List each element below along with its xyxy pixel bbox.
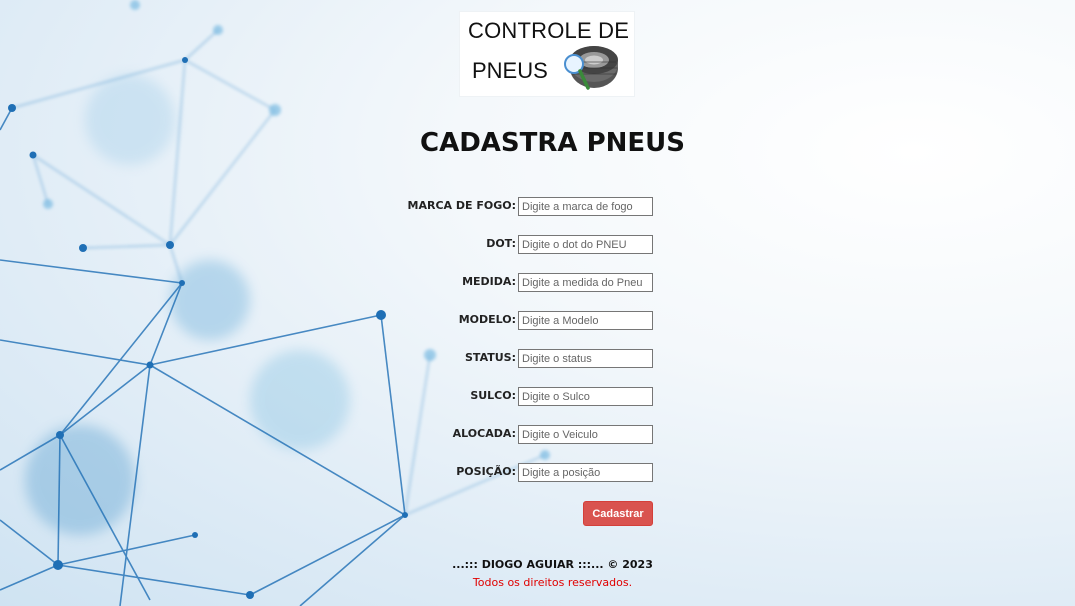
- modelo-label: MODELO:: [458, 313, 516, 326]
- marca-de-fogo-label: MARCA DE FOGO:: [407, 199, 516, 212]
- form-row-status: STATUS:: [380, 349, 654, 369]
- dot-label: DOT:: [486, 237, 516, 250]
- form-row-medida: MEDIDA:: [380, 273, 654, 293]
- form-row-sulco: SULCO:: [380, 387, 654, 407]
- page-title: CADASTRA PNEUS: [420, 128, 685, 158]
- sulco-label: SULCO:: [470, 389, 516, 402]
- alocada-label: ALOCADA:: [452, 427, 516, 440]
- alocada-input[interactable]: [518, 425, 653, 444]
- form-row-alocada: ALOCADA:: [380, 425, 654, 445]
- form-row-modelo: MODELO:: [380, 311, 654, 331]
- posicao-input[interactable]: [518, 463, 653, 482]
- status-label: STATUS:: [465, 351, 516, 364]
- form-row-marca-de-fogo: MARCA DE FOGO:: [380, 197, 654, 217]
- logo-title-line1: CONTROLE DE: [468, 18, 630, 43]
- tire-magnifier-icon: [564, 46, 618, 90]
- form-row-posicao: POSIÇÃO:: [380, 463, 654, 483]
- medida-input[interactable]: [518, 273, 653, 292]
- dot-input[interactable]: [518, 235, 653, 254]
- medida-label: MEDIDA:: [462, 275, 516, 288]
- status-input[interactable]: [518, 349, 653, 368]
- footer-credit: ...::: DIOGO AGUIAR :::... © 2023: [452, 558, 653, 571]
- logo-title-line2: PNEUS: [472, 58, 548, 83]
- modelo-input[interactable]: [518, 311, 653, 330]
- form-row-dot: DOT:: [380, 235, 654, 255]
- marca-de-fogo-input[interactable]: [518, 197, 653, 216]
- sulco-input[interactable]: [518, 387, 653, 406]
- posicao-label: POSIÇÃO:: [456, 465, 516, 478]
- cadastrar-button[interactable]: Cadastrar: [583, 501, 653, 526]
- app-logo: CONTROLE DE PNEUS: [460, 12, 634, 96]
- footer-rights: Todos os direitos reservados.: [472, 576, 633, 589]
